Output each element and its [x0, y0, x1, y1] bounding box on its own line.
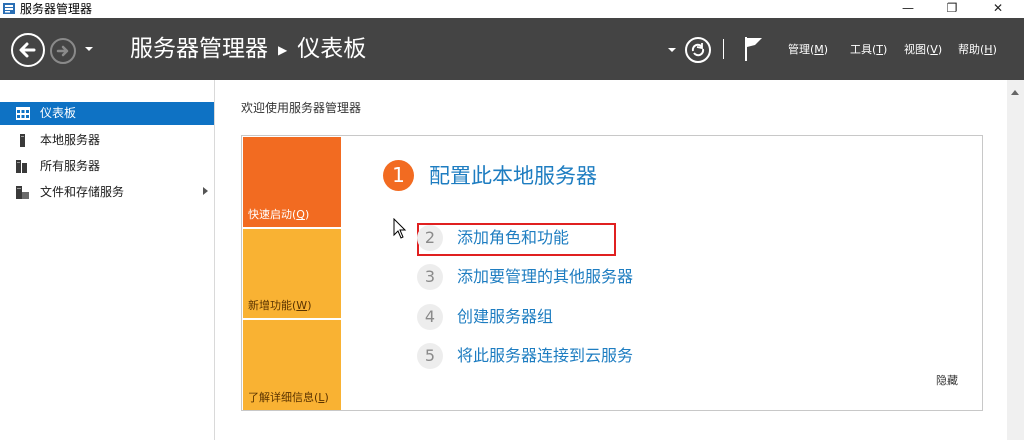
navigation-bar: 服务器管理器 ▶ 仪表板 管理(M) 工具(T) 视图(V) 帮助(H) [0, 18, 1024, 80]
menu-help-key: H [984, 43, 993, 56]
sidebar: 仪表板 本地服务器 所有服务器 文件和存储服务 [0, 80, 215, 440]
dropdown-arrow-icon[interactable] [668, 46, 676, 54]
forward-arrow-icon [56, 45, 69, 57]
sidebar-item-label: 文件和存储服务 [40, 185, 125, 199]
minimize-button[interactable]: — [888, 0, 928, 18]
back-button[interactable] [11, 33, 45, 67]
welcome-heading: 欢迎使用服务器管理器 [241, 101, 362, 115]
sidebar-item-dashboard[interactable]: 仪表板 [0, 102, 214, 125]
step-5-link[interactable]: 将此服务器连接到云服务 [457, 344, 633, 368]
menu-view-key: V [930, 43, 938, 56]
chevron-down-icon[interactable] [84, 44, 94, 54]
mouse-cursor-icon [393, 218, 407, 239]
menu-view-label: 视图 [904, 43, 926, 56]
tile-quick-start[interactable]: 快速启动(Q) [243, 137, 341, 227]
close-button[interactable]: ✕ [978, 0, 1018, 18]
scroll-up-arrow-icon[interactable] [1011, 90, 1019, 95]
sidebar-item-local-server[interactable]: 本地服务器 [0, 129, 214, 152]
menu-tools-label: 工具 [850, 43, 872, 56]
breadcrumb-separator-icon: ▶ [278, 42, 288, 57]
hide-link[interactable]: 隐藏 [936, 374, 958, 388]
breadcrumb-root[interactable]: 服务器管理器 [130, 36, 268, 62]
menu-view[interactable]: 视图(V) [904, 43, 942, 57]
tile-whats-new-key: W [296, 299, 308, 312]
menu-manage[interactable]: 管理(M) [788, 43, 828, 57]
vertical-scrollbar[interactable] [1007, 80, 1024, 440]
menu-tools-key: T [876, 43, 884, 56]
toolbar-divider [723, 39, 724, 59]
step-1-title[interactable]: 配置此本地服务器 [429, 162, 597, 190]
step-2-link[interactable]: 添加角色和功能 [457, 226, 569, 250]
server-icon [20, 134, 25, 147]
menu-help[interactable]: 帮助(H) [958, 43, 997, 57]
step-3-link[interactable]: 添加要管理的其他服务器 [457, 265, 633, 289]
menu-manage-label: 管理 [788, 43, 810, 56]
sidebar-item-label: 仪表板 [40, 106, 77, 120]
menu-tools[interactable]: 工具(T) [850, 43, 887, 57]
step-2-number: 2 [417, 225, 443, 251]
step-4-link[interactable]: 创建服务器组 [457, 305, 553, 329]
forward-button[interactable] [50, 38, 76, 64]
restore-button[interactable]: ❐ [932, 0, 972, 18]
tile-whats-new[interactable]: 新增功能(W) [243, 229, 341, 318]
tile-quick-start-label: 快速启动 [248, 208, 292, 221]
tile-whats-new-label: 新增功能 [248, 299, 292, 312]
sidebar-item-all-servers[interactable]: 所有服务器 [0, 155, 214, 178]
menu-help-label: 帮助 [958, 43, 980, 56]
servers-icon [16, 160, 27, 173]
sidebar-item-file-storage[interactable]: 文件和存储服务 [0, 181, 214, 204]
step-4-number: 4 [417, 304, 443, 330]
tile-learn-more-label: 了解详细信息 [248, 391, 314, 404]
sidebar-item-label: 所有服务器 [40, 159, 101, 173]
menu-manage-key: M [814, 43, 824, 56]
step-5-number: 5 [417, 343, 443, 369]
breadcrumb: 服务器管理器 ▶ 仪表板 [130, 32, 366, 67]
window-title: 服务器管理器 [20, 2, 93, 16]
dashboard-icon [16, 107, 30, 120]
back-arrow-icon [19, 42, 36, 58]
main-content: 欢迎使用服务器管理器 快速启动(Q) 新增功能(W) 了解详细信息(L) 1 配… [216, 80, 1007, 440]
tile-learn-more[interactable]: 了解详细信息(L) [243, 320, 341, 410]
breadcrumb-current: 仪表板 [297, 36, 367, 62]
tile-learn-more-key: L [318, 391, 325, 404]
file-storage-icon [16, 186, 29, 199]
sidebar-item-label: 本地服务器 [40, 133, 101, 147]
server-manager-app-icon [3, 3, 15, 14]
quick-start-panel: 快速启动(Q) 新增功能(W) 了解详细信息(L) 1 配置此本地服务器 2 添… [241, 135, 983, 411]
step-1-badge: 1 [383, 160, 414, 191]
refresh-icon[interactable] [684, 36, 712, 64]
step-3-number: 3 [417, 264, 443, 290]
expand-arrow-icon[interactable] [203, 187, 208, 195]
flag-icon[interactable] [743, 36, 765, 62]
tile-quick-start-key: Q [296, 208, 305, 221]
title-bar: 服务器管理器 — ❐ ✕ [0, 0, 1024, 18]
